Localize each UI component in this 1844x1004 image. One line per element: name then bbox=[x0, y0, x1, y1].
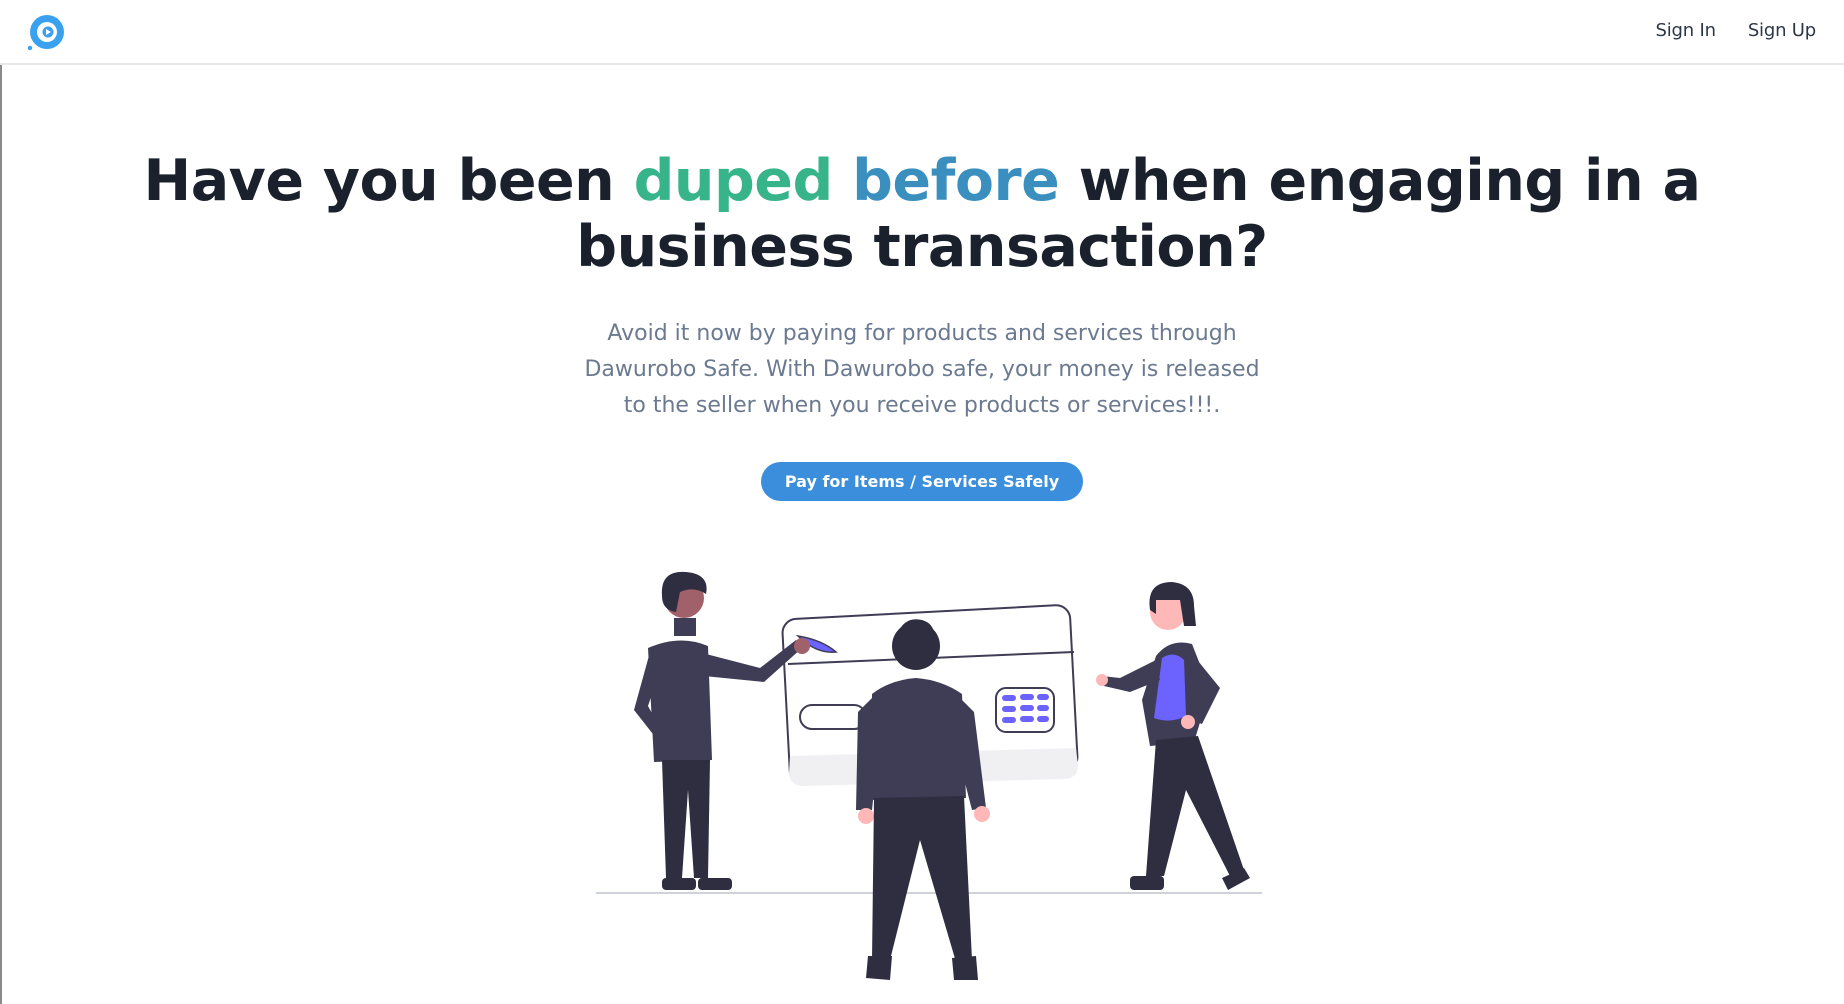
headline-space bbox=[833, 148, 852, 214]
right-person-figure bbox=[1096, 582, 1250, 890]
hero-section: Have you been duped before when engaging… bbox=[0, 148, 1844, 501]
top-navbar: Sign In Sign Up bbox=[0, 0, 1844, 65]
hero-subtitle: Avoid it now by paying for products and … bbox=[584, 321, 1260, 418]
auth-nav: Sign In Sign Up bbox=[1656, 20, 1817, 41]
sign-in-link[interactable]: Sign In bbox=[1656, 20, 1717, 41]
pay-safely-button[interactable]: Pay for Items / Services Safely bbox=[760, 462, 1084, 501]
headline-highlight-blue: before bbox=[852, 148, 1060, 214]
headline-text-start: Have you been bbox=[143, 148, 634, 214]
app-logo-icon[interactable] bbox=[27, 14, 65, 52]
left-person-figure bbox=[634, 571, 810, 890]
headline-highlight-green: duped bbox=[633, 148, 834, 214]
sign-up-link[interactable]: Sign Up bbox=[1748, 20, 1816, 41]
people-with-card-illustration bbox=[596, 571, 1262, 980]
hero-headline: Have you been duped before when engaging… bbox=[0, 148, 1844, 280]
